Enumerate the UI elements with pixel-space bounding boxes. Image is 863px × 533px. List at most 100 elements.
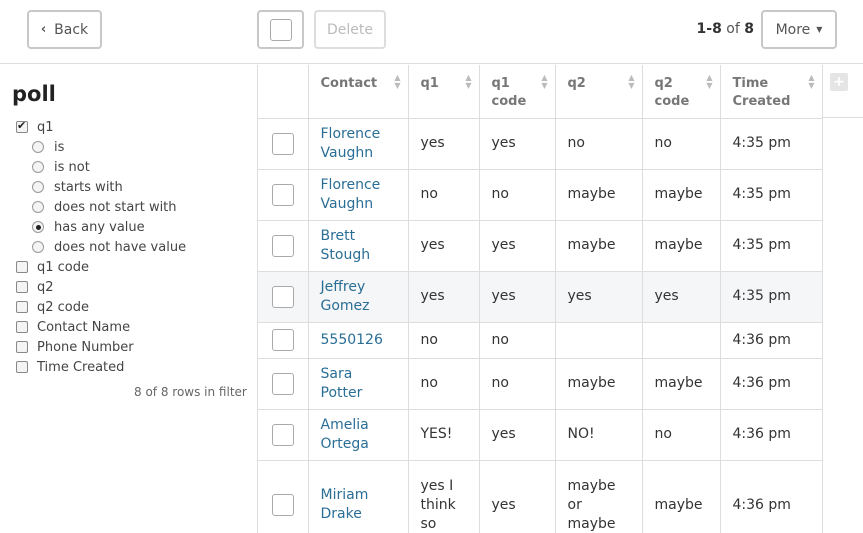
cell-q2 <box>555 322 643 359</box>
header-q1[interactable]: q1 ▲ ▼ <box>408 65 480 119</box>
row-checkbox[interactable] <box>271 423 294 446</box>
row-checkbox[interactable] <box>271 329 294 351</box>
contact-link[interactable]: Amelia Ortega <box>308 409 409 461</box>
cell-q2: no <box>555 118 643 170</box>
contact-link[interactable]: Jeffrey Gomez <box>308 271 409 323</box>
row-checkbox[interactable] <box>271 234 294 257</box>
header-label: q1 code <box>491 76 527 109</box>
table-header-row: Contact ▲ ▼ q1 ▲ ▼ q1 code ▲ ▼ q2 ▲ ▼ q2 code ▲ ▼ … <box>258 65 823 119</box>
checkbox[interactable] <box>16 301 28 313</box>
header-q2[interactable]: q2 ▲ ▼ <box>555 65 643 119</box>
cell-text: yes <box>420 237 445 253</box>
row-checkbox[interactable] <box>271 132 294 155</box>
cell-q1: yes <box>408 118 480 170</box>
contact-link[interactable]: Florence Vaughn <box>308 118 409 170</box>
cell-text: 5550126 <box>320 331 383 348</box>
row-select-cell[interactable] <box>258 322 309 359</box>
filter-option[interactable]: q1 <box>16 118 54 136</box>
table-row[interactable]: Miriam Drake yes I think so yes maybe or ma… <box>258 460 823 533</box>
checkbox[interactable] <box>16 261 28 273</box>
cell-text: maybe <box>654 237 703 253</box>
checkbox[interactable] <box>16 321 28 333</box>
contact-link[interactable]: Sara Potter <box>308 358 409 410</box>
table-row[interactable]: Jeffrey Gomez yes yes yes yes 4:35 pm <box>258 271 823 323</box>
radio-button[interactable] <box>32 221 44 233</box>
checkbox[interactable] <box>16 361 28 373</box>
filter-option[interactable]: Contact Name <box>16 318 130 336</box>
row-select-cell[interactable] <box>258 220 309 272</box>
radio-button[interactable] <box>32 141 44 153</box>
radio-button[interactable] <box>32 161 44 173</box>
filter-label: Contact Name <box>37 319 131 335</box>
filter-option[interactable]: has any value <box>32 218 145 236</box>
row-select-cell[interactable] <box>258 358 309 410</box>
cell-q1: YES! <box>408 409 480 461</box>
cell-text: Sara Potter <box>320 365 363 401</box>
header-q1-code[interactable]: q1 code ▲ ▼ <box>479 65 556 119</box>
cell-text: Florence Vaughn <box>320 176 381 212</box>
filter-option[interactable]: q2 code <box>16 298 89 316</box>
checkbox[interactable] <box>16 341 28 353</box>
header-label: q1 <box>420 76 439 91</box>
row-select-cell[interactable] <box>258 409 309 461</box>
row-select-cell[interactable] <box>258 460 309 533</box>
select-all-checkbox[interactable] <box>257 10 304 49</box>
row-checkbox[interactable] <box>271 285 294 308</box>
row-checkbox[interactable] <box>271 183 294 206</box>
add-column-icon[interactable]: + <box>830 73 848 91</box>
filter-label: does not start with <box>54 199 177 215</box>
radio-button[interactable] <box>32 181 44 193</box>
table-row[interactable]: 5550126 no no 4:36 pm <box>258 322 823 359</box>
contact-link[interactable]: Florence Vaughn <box>308 169 409 221</box>
header-time-created[interactable]: Time Created ▲ ▼ <box>720 65 823 119</box>
filter-option[interactable]: q1 code <box>16 258 89 276</box>
cell-q1code: yes <box>479 460 556 533</box>
checkbox[interactable] <box>16 119 28 133</box>
cell-text: Amelia Ortega <box>320 416 369 452</box>
checkbox[interactable] <box>16 281 28 293</box>
table-row[interactable]: Florence Vaughn no no maybe maybe 4:35 pm <box>258 169 823 221</box>
filter-option[interactable]: q2 <box>16 278 54 296</box>
table-row[interactable]: Sara Potter no no maybe maybe 4:36 pm <box>258 358 823 410</box>
row-select-cell[interactable] <box>258 271 309 323</box>
cell-text: yes <box>567 288 592 304</box>
cell-q1: yes <box>408 271 480 323</box>
row-checkbox[interactable] <box>271 494 294 516</box>
header-q2-code[interactable]: q2 code ▲ ▼ <box>642 65 721 119</box>
filter-option[interactable]: Time Created <box>16 358 124 376</box>
contact-link[interactable]: Miriam Drake <box>308 460 409 533</box>
cell-q2code: no <box>642 118 721 170</box>
radio-button[interactable] <box>32 241 44 253</box>
filter-option[interactable]: is not <box>32 158 90 176</box>
radio-button[interactable] <box>32 201 44 213</box>
sort-icon: ▲ ▼ <box>706 73 713 90</box>
cell-q2: maybe or maybe not <box>555 460 643 533</box>
cell-text: maybe <box>567 375 616 391</box>
delete-button[interactable]: Delete <box>314 10 386 49</box>
header-label: Contact <box>320 76 378 91</box>
row-select-cell[interactable] <box>258 169 309 221</box>
header-contact[interactable]: Contact ▲ ▼ <box>308 65 409 119</box>
filter-option[interactable]: starts with <box>32 178 123 196</box>
filter-option[interactable]: is <box>32 138 64 156</box>
contact-link[interactable]: 5550126 <box>308 322 409 359</box>
filter-option[interactable]: Phone Number <box>16 338 134 356</box>
contact-link[interactable]: Brett Stough <box>308 220 409 272</box>
back-button[interactable]: ‹ Back <box>27 10 102 49</box>
filter-option[interactable]: does not start with <box>32 198 177 216</box>
cell-text: maybe <box>567 237 616 253</box>
results-table-container: Contact ▲ ▼ q1 ▲ ▼ q1 code ▲ ▼ q2 ▲ ▼ q2 code ▲ ▼ … <box>258 65 863 533</box>
filter-label: Time Created <box>37 359 125 375</box>
more-button[interactable]: More ▼ <box>761 10 837 49</box>
table-row[interactable]: Amelia Ortega YES! yes NO! no 4:36 pm <box>258 409 823 461</box>
cell-text: yes <box>491 426 516 442</box>
cell-text: Brett Stough <box>320 227 371 263</box>
cell-text: NO! <box>567 426 595 442</box>
cell-text: Miriam Drake <box>320 487 369 522</box>
table-row[interactable]: Florence Vaughn yes yes no no 4:35 pm <box>258 118 823 170</box>
table-row[interactable]: Brett Stough yes yes maybe maybe 4:35 pm <box>258 220 823 272</box>
row-checkbox[interactable] <box>271 372 294 395</box>
filter-option[interactable]: does not have value <box>32 238 186 256</box>
row-select-cell[interactable] <box>258 118 309 170</box>
cell-q2: maybe <box>555 169 643 221</box>
